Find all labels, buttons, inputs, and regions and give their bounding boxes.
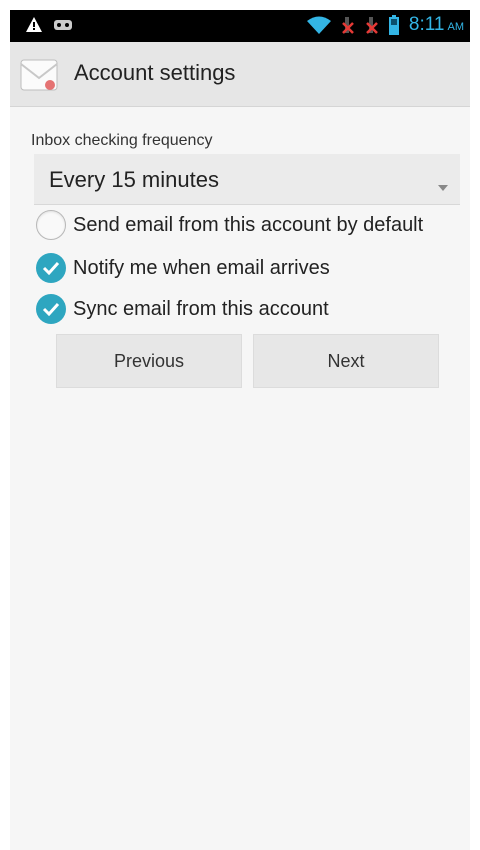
check-icon bbox=[42, 302, 60, 316]
previous-button[interactable]: Previous bbox=[56, 334, 242, 388]
notify-option[interactable]: Notify me when email arrives bbox=[36, 251, 330, 285]
frequency-value: Every 15 minutes bbox=[49, 167, 219, 192]
checkbox-checked[interactable] bbox=[36, 253, 66, 283]
notify-label: Notify me when email arrives bbox=[73, 256, 330, 279]
signal-off-icon bbox=[365, 15, 379, 35]
dropdown-arrow-icon bbox=[438, 178, 448, 196]
check-icon bbox=[42, 261, 60, 275]
checkbox-checked[interactable] bbox=[36, 294, 66, 324]
action-bar: Account settings bbox=[10, 42, 470, 107]
status-bar: 8:11 AM bbox=[10, 10, 470, 42]
clock-ampm: AM bbox=[447, 21, 465, 33]
battery-icon bbox=[388, 15, 399, 35]
signal-off-icon bbox=[341, 15, 355, 35]
wifi-icon bbox=[306, 16, 331, 34]
next-button[interactable]: Next bbox=[253, 334, 439, 388]
sync-label: Sync email from this account bbox=[73, 297, 329, 320]
clock-time: 8:11 bbox=[408, 14, 445, 35]
email-icon[interactable] bbox=[20, 56, 60, 99]
warning-icon bbox=[26, 17, 42, 32]
checkbox-unchecked[interactable] bbox=[36, 210, 66, 240]
default-account-label: Send email from this account by default bbox=[73, 213, 424, 236]
page-title: Account settings bbox=[74, 60, 236, 85]
voicemail-icon bbox=[54, 19, 72, 31]
clock: 8:11 AM bbox=[409, 14, 464, 36]
phone-screen: 8:11 AM Account settings Inbox checking … bbox=[10, 10, 470, 850]
frequency-dropdown[interactable]: Every 15 minutes bbox=[34, 154, 460, 205]
default-account-option[interactable]: Send email from this account by default bbox=[36, 208, 423, 242]
sync-option[interactable]: Sync email from this account bbox=[36, 292, 329, 326]
frequency-label: Inbox checking frequency bbox=[31, 132, 213, 149]
